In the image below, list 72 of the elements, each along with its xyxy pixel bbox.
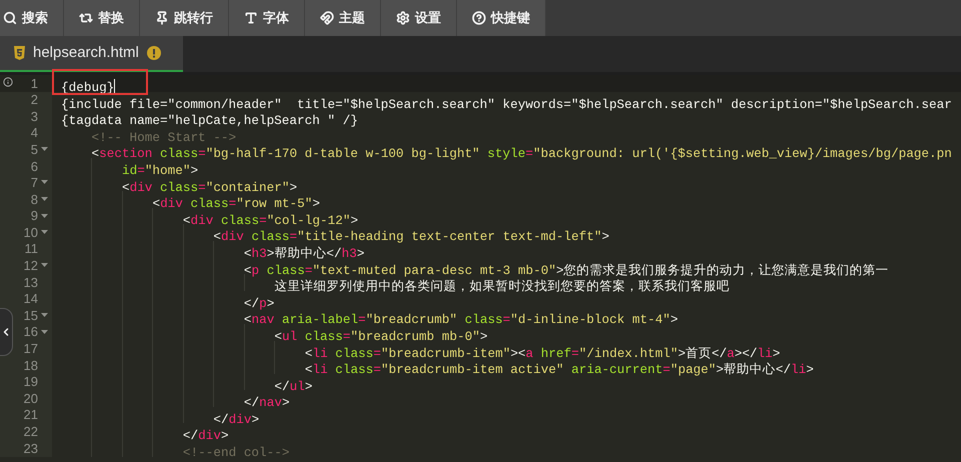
line-number: 19 — [24, 373, 38, 392]
line-number: 21 — [24, 406, 38, 424]
fold-icon[interactable] — [40, 313, 48, 318]
code-line: 这里详细罗列使用中的各类问题，如果暂时没找到您要的答案，联系我们客服吧 — [274, 279, 730, 296]
line-number: 3 — [30, 108, 38, 126]
line-number: 13 — [24, 274, 38, 292]
line-number: 10 — [24, 224, 38, 242]
fold-icon[interactable] — [40, 180, 48, 186]
text-cursor — [114, 79, 116, 94]
line-number: 15 — [24, 306, 38, 325]
code-line: <!-- Home Start --> — [91, 130, 236, 146]
line-number: 20 — [24, 390, 38, 408]
fold-icon[interactable] — [40, 230, 48, 236]
code-line: <h3>帮助中心</h3> — [244, 246, 364, 262]
line-number: 17 — [24, 340, 38, 358]
code-line: <nav aria-label="breadcrumb" class="d-inline-block mt-4"> — [244, 312, 678, 328]
pin-icon — [155, 11, 169, 25]
line-number: 2 — [30, 91, 38, 110]
code-line: <section class="bg-half-170 d-table w-100 bg-light" style="background: url('{$setting.web_view}/images/bg/page.pn — [91, 146, 952, 162]
line-number: 7 — [30, 174, 38, 192]
info-icon — [3, 77, 13, 87]
code-line: {include file="common/header" title="$helpSearch.search" keywords="$helpSearch.search" description="$helpSearch.sear — [61, 96, 952, 113]
code-line: <div class="col-lg-12"> — [182, 212, 358, 229]
help-icon — [472, 11, 486, 25]
search-icon — [3, 11, 17, 25]
line-number: 12 — [24, 257, 38, 276]
line-number: 16 — [24, 323, 38, 342]
fold-icon[interactable] — [40, 196, 48, 202]
code-line: <li class="breadcrumb-item active" aria-current="page">帮助中心</li> — [304, 362, 814, 378]
line-number: 23 — [24, 440, 38, 458]
code-line: <!--end col--> — [182, 445, 290, 462]
code-line: <div class="title-heading text-center text-md-left"> — [213, 229, 610, 246]
line-number: 22 — [24, 423, 38, 442]
code-line: id="home"> — [122, 162, 198, 179]
code-line: {debug} — [61, 78, 116, 96]
code-line: </div> — [213, 412, 260, 428]
line-number: 4 — [30, 124, 38, 142]
code-line: <ul class="breadcrumb mb-0"> — [274, 328, 488, 345]
fold-icon[interactable] — [40, 147, 48, 152]
code-line: </p> — [244, 296, 274, 312]
file-tab[interactable]: helpsearch.html — [0, 36, 183, 72]
code-line: <p class="text-muted para-desc mt-3 mb-0">您的需求是我们服务提升的动力，让您满意是我们的第一 — [244, 262, 889, 279]
line-number: 11 — [24, 240, 38, 258]
fold-icon[interactable] — [40, 330, 48, 335]
toolbar-button[interactable]: 字体 — [229, 0, 305, 36]
toolbar-button[interactable]: 快捷键 — [457, 0, 546, 36]
repeat-icon — [79, 11, 93, 25]
line-number: 6 — [30, 158, 38, 176]
toolbar-button[interactable]: 跳转行 — [140, 0, 229, 36]
html5-icon — [14, 46, 25, 60]
code-line: </nav> — [244, 395, 290, 412]
code-line: <li class="breadcrumb-item"><a href="/index.html">首页</a></li> — [304, 346, 780, 362]
magnet-icon — [320, 11, 334, 25]
toolbar-button[interactable]: 设置 — [381, 0, 457, 36]
toolbar-button[interactable]: 主题 — [305, 0, 381, 36]
text-icon — [244, 11, 258, 25]
fold-icon[interactable] — [40, 214, 48, 219]
settings-icon — [396, 11, 410, 25]
fold-icon[interactable] — [40, 263, 48, 268]
toolbar-button[interactable]: 搜索 — [0, 0, 64, 36]
line-number: 18 — [24, 356, 38, 375]
code-line: </ul> — [274, 378, 312, 395]
toolbar-button[interactable]: 替换 — [64, 0, 140, 36]
line-number: 5 — [30, 140, 38, 159]
code-line: <div class="container"> — [122, 180, 298, 196]
line-number: 9 — [30, 207, 38, 226]
line-number: 8 — [30, 190, 38, 209]
line-number: 14 — [24, 290, 38, 308]
code-line: {tagdata name="helpCate,helpSearch " /} — [61, 113, 358, 130]
line-number: 1 — [30, 74, 38, 93]
code-line: </div> — [182, 428, 229, 444]
code-line: <div class="row mt-5"> — [152, 196, 320, 212]
